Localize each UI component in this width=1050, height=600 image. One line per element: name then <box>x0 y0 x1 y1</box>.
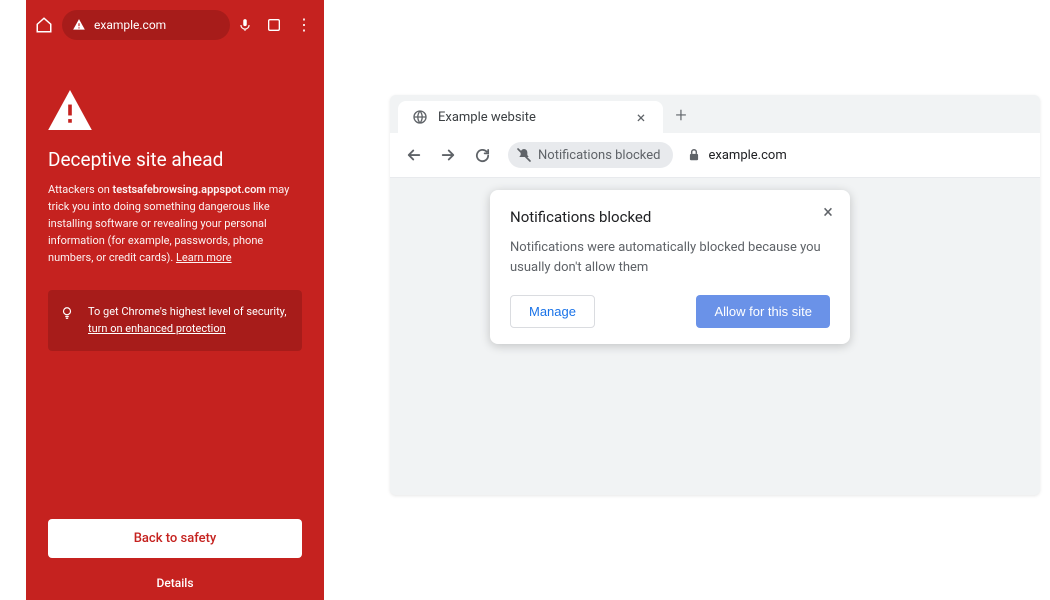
back-button[interactable] <box>400 141 428 169</box>
address-text: example.com <box>709 148 787 163</box>
tab-strip: Example website × + <box>390 95 1040 133</box>
allow-button[interactable]: Allow for this site <box>696 295 830 328</box>
notifications-popup: × Notifications blocked Notifications we… <box>490 190 850 344</box>
popup-actions: Manage Allow for this site <box>510 295 830 328</box>
warning-triangle-icon <box>72 18 86 32</box>
more-icon[interactable]: ⋮ <box>296 17 312 33</box>
mobile-address-bar[interactable]: example.com <box>62 10 230 40</box>
lightbulb-icon <box>60 304 74 322</box>
mobile-top-bar: example.com ⋮ <box>26 0 324 48</box>
forward-button[interactable] <box>434 141 462 169</box>
manage-button[interactable]: Manage <box>510 295 595 328</box>
warning-footer: Back to safety Details <box>26 519 324 600</box>
warning-body-prefix: Attackers on <box>48 183 113 196</box>
popup-title: Notifications blocked <box>510 208 830 226</box>
globe-icon <box>412 109 428 125</box>
warning-content: Deceptive site ahead Attackers on testsa… <box>26 48 324 351</box>
popup-close-icon[interactable]: × <box>818 202 838 222</box>
browser-toolbar: Notifications blocked example.com <box>390 133 1040 178</box>
chip-label: Notifications blocked <box>538 148 661 163</box>
mobile-toolbar-actions: ⋮ <box>238 16 316 34</box>
security-tip-box: To get Chrome's highest level of securit… <box>48 290 302 351</box>
warning-title: Deceptive site ahead <box>48 148 302 171</box>
close-tab-icon[interactable]: × <box>633 109 649 125</box>
tab-title: Example website <box>438 110 623 125</box>
mic-icon[interactable] <box>238 16 252 34</box>
large-warning-icon <box>48 90 302 130</box>
browser-tab[interactable]: Example website × <box>398 101 663 133</box>
bell-blocked-icon <box>516 147 532 163</box>
address-bar[interactable]: example.com <box>679 148 1031 163</box>
learn-more-link[interactable]: Learn more <box>176 251 232 264</box>
tabs-icon[interactable] <box>266 17 282 33</box>
warning-domain: testsafebrowsing.appspot.com <box>113 183 266 196</box>
notifications-blocked-chip[interactable]: Notifications blocked <box>508 142 673 168</box>
mobile-address-text: example.com <box>94 18 166 32</box>
mobile-warning-screen: example.com ⋮ Deceptive site ahead Attac… <box>26 0 324 600</box>
tip-text: To get Chrome's highest level of securit… <box>88 305 286 318</box>
reload-button[interactable] <box>468 141 496 169</box>
desktop-browser-window: Example website × + Notifications blocke… <box>390 95 1040 495</box>
back-to-safety-button[interactable]: Back to safety <box>48 519 302 558</box>
new-tab-button[interactable]: + <box>667 101 695 129</box>
details-button[interactable]: Details <box>48 576 302 600</box>
warning-description: Attackers on testsafebrowsing.appspot.co… <box>48 181 302 266</box>
lock-icon <box>687 148 701 162</box>
home-icon[interactable] <box>34 15 54 35</box>
enhanced-protection-link[interactable]: turn on enhanced protection <box>88 322 226 335</box>
page-viewport: × Notifications blocked Notifications we… <box>390 178 1040 492</box>
popup-body: Notifications were automatically blocked… <box>510 238 830 277</box>
